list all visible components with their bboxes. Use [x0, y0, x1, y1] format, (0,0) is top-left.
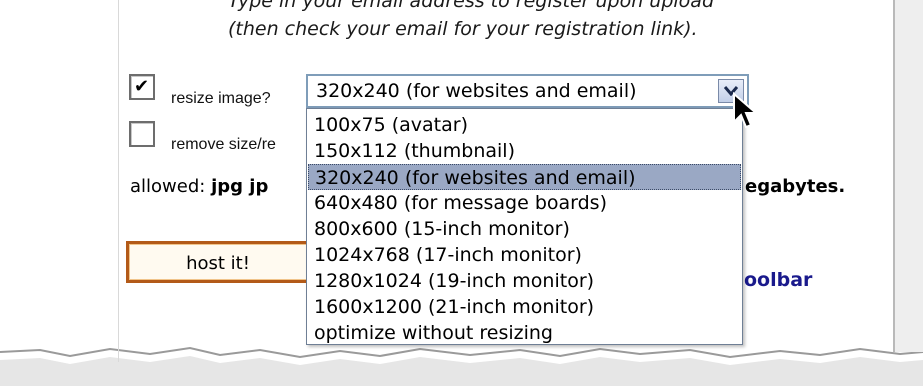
host-it-label: host it! [186, 253, 250, 274]
checkmark-icon: ✔ [134, 76, 150, 97]
allowed-types: jpg jp [211, 176, 269, 197]
resize-image-label: resize image? [171, 90, 271, 107]
max-size-text: egabytes. [745, 176, 846, 197]
toolbar-link[interactable]: oolbar [744, 269, 812, 291]
remove-size-checkbox[interactable] [129, 121, 155, 147]
resize-image-checkbox[interactable]: ✔ [129, 74, 155, 100]
instructions-line-2: (then check your email for your registra… [228, 18, 698, 40]
host-it-button[interactable]: host it! [126, 241, 310, 283]
resize-option[interactable]: 1280x1024 (19-inch monitor) [308, 268, 741, 294]
resize-select-value: 320x240 (for websites and email) [316, 80, 637, 102]
instructions-line-1: Type in your email address to register u… [228, 0, 715, 12]
resize-option[interactable]: 1600x1200 (21-inch monitor) [308, 294, 741, 320]
resize-option[interactable]: optimize without resizing [308, 320, 741, 346]
resize-options-list[interactable]: 100x75 (avatar) 150x112 (thumbnail) 320x24… [306, 108, 743, 345]
allowed-label: allowed: [130, 176, 206, 197]
content-left-border [118, 0, 119, 362]
resize-option[interactable]: 100x75 (avatar) [308, 112, 741, 138]
resize-option[interactable]: 1024x768 (17-inch monitor) [308, 242, 741, 268]
allowed-filetypes-text: allowed: jpg jp [130, 176, 268, 197]
remove-size-label: remove size/re [171, 136, 276, 153]
resize-option[interactable]: 640x480 (for message boards) [308, 190, 741, 216]
resize-option[interactable]: 320x240 (for websites and email) [308, 164, 741, 190]
mouse-cursor-icon [733, 92, 758, 129]
resize-option[interactable]: 150x112 (thumbnail) [308, 138, 741, 164]
resize-option[interactable]: 800x600 (15-inch monitor) [308, 216, 741, 242]
resize-size-select[interactable]: 320x240 (for websites and email) [306, 74, 749, 108]
